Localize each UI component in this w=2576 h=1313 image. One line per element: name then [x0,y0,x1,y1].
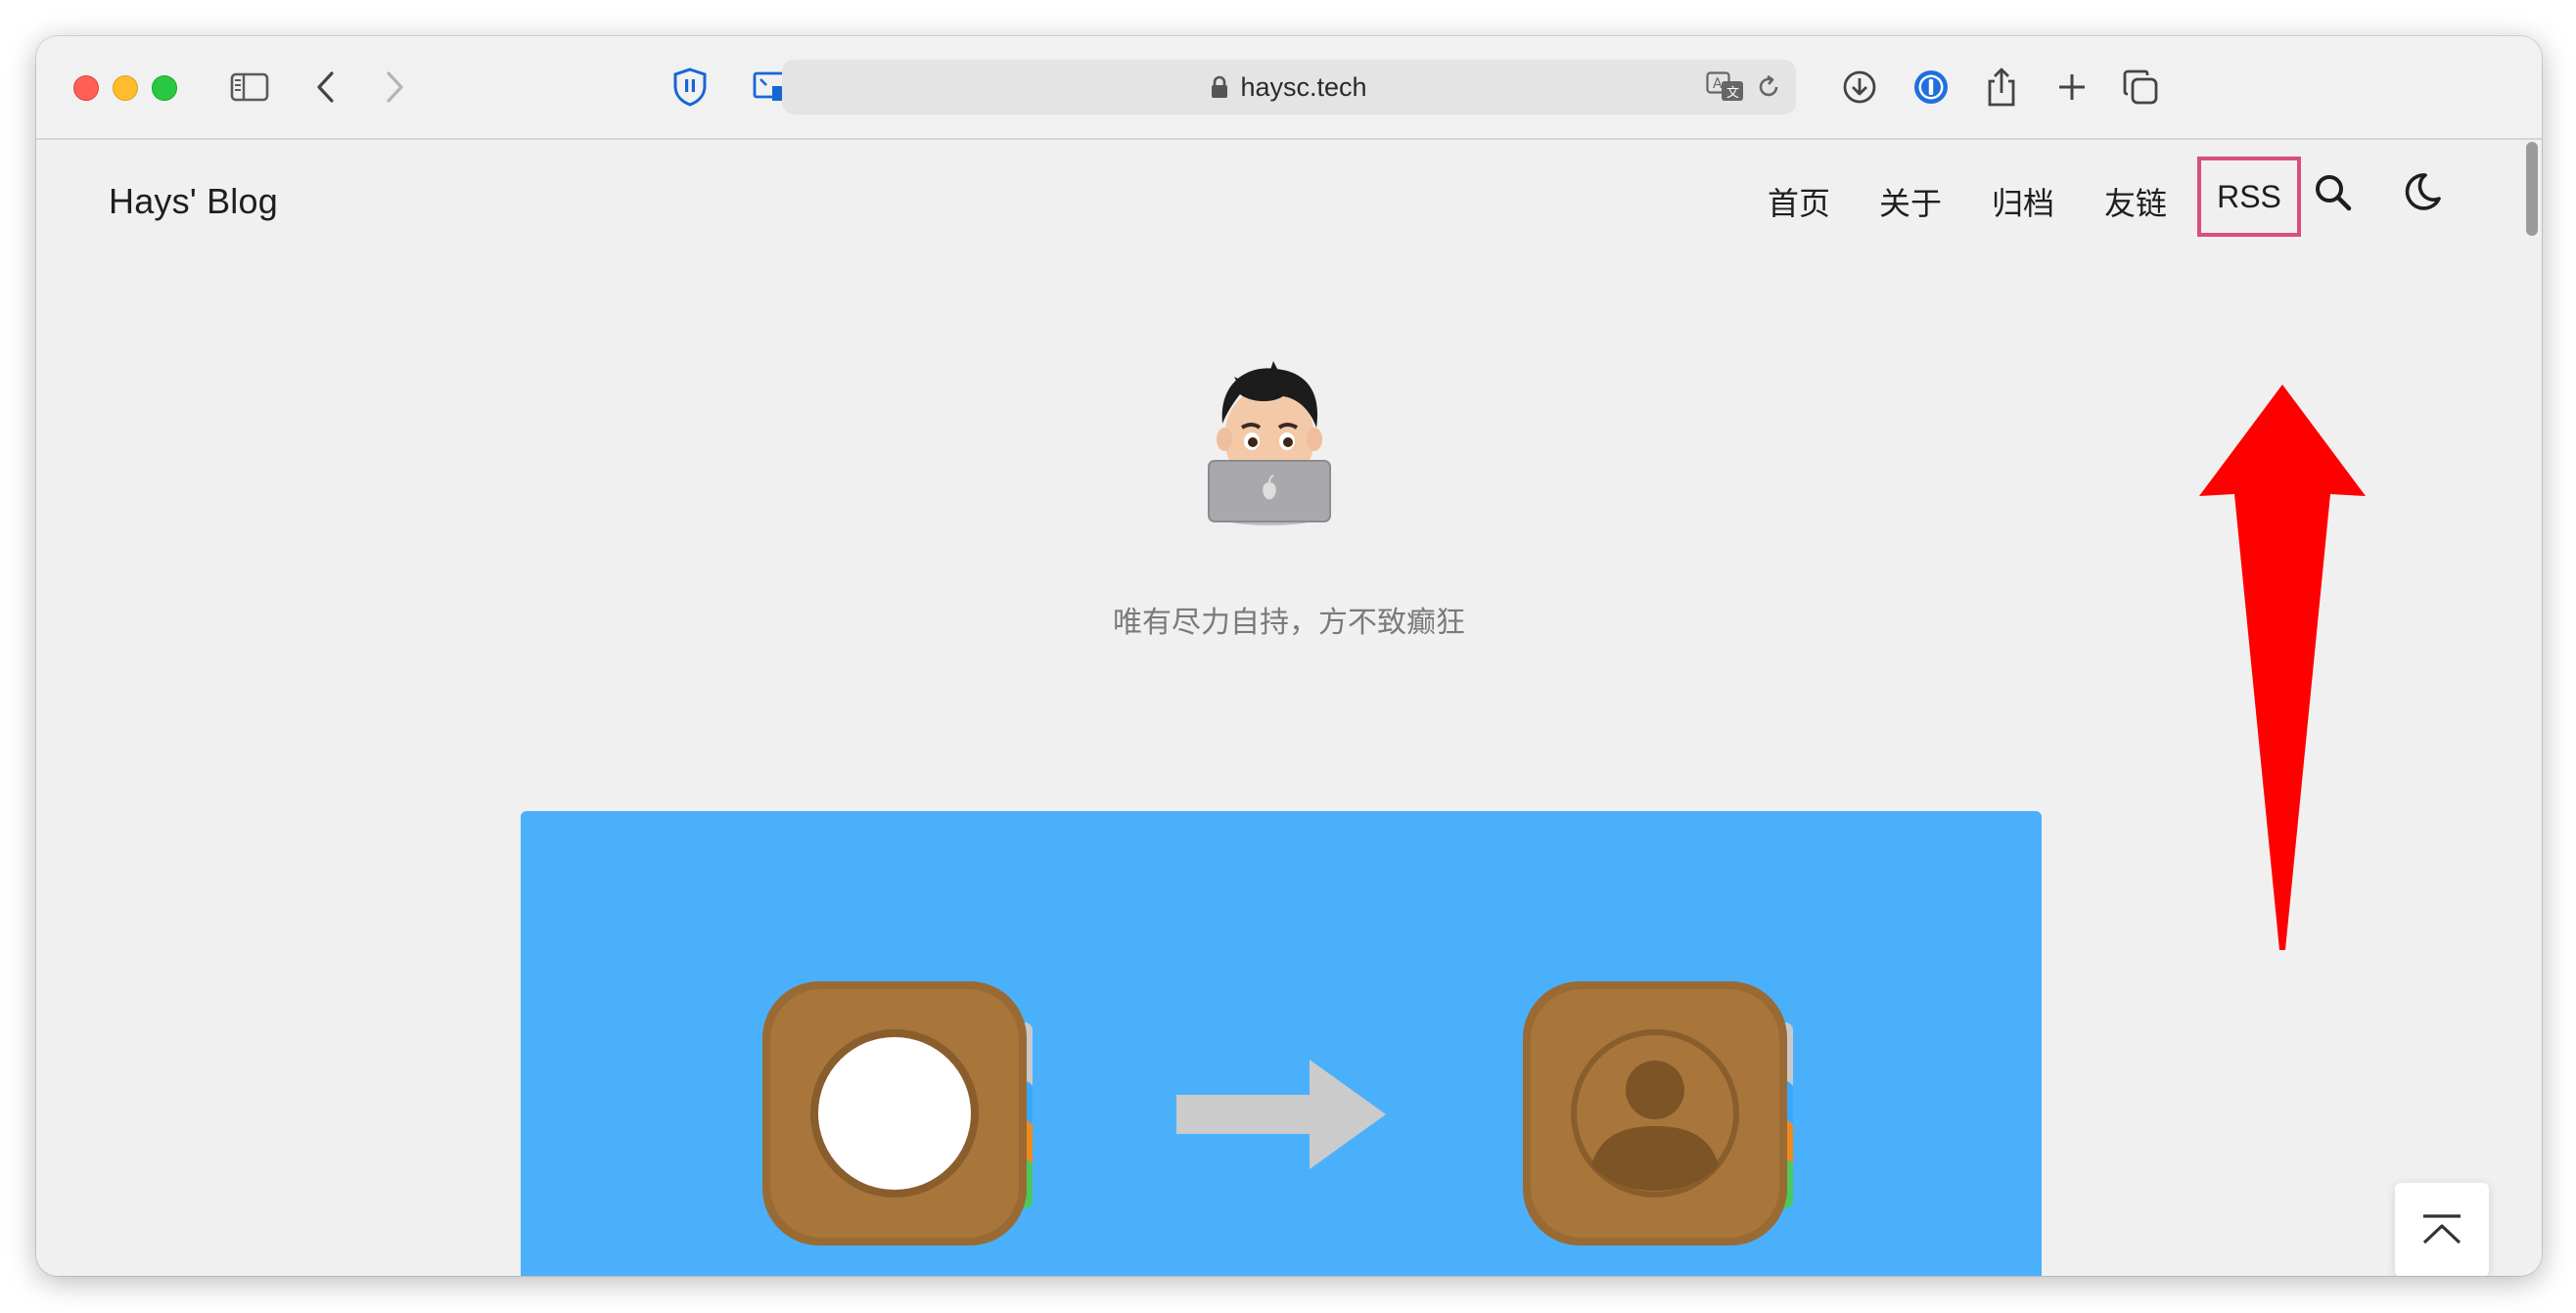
annotation-arrow [2199,385,2366,967]
contacts-app-person-icon [1521,979,1805,1268]
close-window-button[interactable] [73,75,99,101]
forward-icon[interactable] [371,64,418,111]
1password-icon[interactable] [1904,64,1958,111]
nav-archive[interactable]: 归档 [1992,179,2054,224]
moon-icon[interactable] [2398,169,2445,221]
share-icon[interactable] [1974,64,2029,111]
translate-icon[interactable]: A文 [1706,71,1745,108]
svg-text:文: 文 [1726,86,1739,101]
zoom-window-button[interactable] [152,75,177,101]
site-motto: 唯有尽力自持，方不致癫狂 [1113,607,1465,639]
url-text: haysc.tech [1240,71,1367,102]
lock-icon [1212,75,1228,98]
page-scrollbar[interactable] [2526,142,2538,236]
bitwarden-shield-icon[interactable] [663,64,717,111]
search-icon[interactable] [2312,171,2355,219]
new-tab-icon[interactable] [2045,64,2099,111]
browser-toolbar: haysc.tech A文 [36,36,2542,140]
tabs-overview-icon[interactable] [2113,64,2168,111]
svg-text:A: A [1713,76,1723,92]
author-avatar [1201,359,1338,525]
nav-about[interactable]: 关于 [1879,179,1942,224]
post-cover-image[interactable] [521,811,2042,1276]
contacts-app-blank-icon [760,979,1044,1268]
nav-rss[interactable]: RSS [2197,157,2301,237]
browser-window: haysc.tech A文 Hays' Blog 首页 关于 归档 友链 RSS… [36,36,2542,1276]
address-bar[interactable]: haysc.tech A文 [782,60,1796,114]
download-icon[interactable] [1832,64,1887,111]
sidebar-icon[interactable] [222,64,277,111]
nav-links[interactable]: 友链 [2104,179,2167,224]
transition-arrow-icon [1176,1060,1386,1174]
web-page: Hays' Blog 首页 关于 归档 友链 RSS 唯有尽力自持，方不致癫狂 [36,140,2542,1276]
site-brand[interactable]: Hays' Blog [109,181,278,222]
nav-home[interactable]: 首页 [1768,179,1830,224]
reload-icon[interactable] [1755,73,1782,106]
back-icon[interactable] [302,64,349,111]
minimize-window-button[interactable] [113,75,138,101]
back-to-top-icon [2422,1214,2461,1245]
back-to-top-button[interactable] [2395,1183,2489,1276]
nav-rss-label: RSS [2217,178,2281,214]
